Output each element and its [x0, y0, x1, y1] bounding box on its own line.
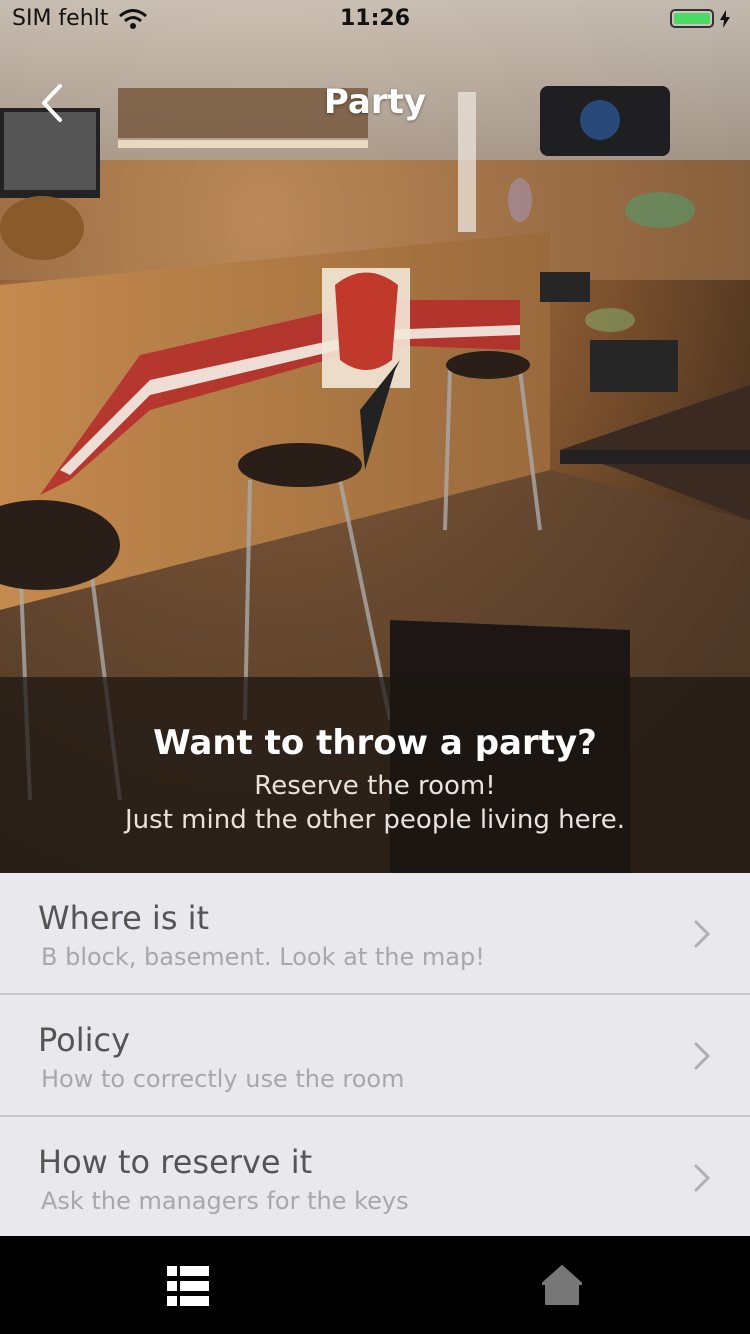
- info-list: Where is it B block, basement. Look at t…: [0, 873, 750, 1236]
- battery-indicator: [670, 9, 730, 28]
- list-item-policy[interactable]: Policy How to correctly use the room: [0, 995, 750, 1117]
- status-bar: SIM fehlt 11:26: [0, 0, 750, 40]
- hero-caption: Want to throw a party? Reserve the room!…: [0, 677, 750, 873]
- list-item-where[interactable]: Where is it B block, basement. Look at t…: [0, 873, 750, 995]
- chevron-right-icon: [694, 1042, 711, 1070]
- chevron-right-icon: [694, 920, 711, 948]
- page-title: Party: [323, 82, 427, 122]
- list-item-title: Policy: [38, 1021, 131, 1059]
- hero-line-1: Reserve the room!: [254, 771, 496, 801]
- list-item-reserve[interactable]: How to reserve it Ask the managers for t…: [0, 1117, 750, 1237]
- chevron-right-icon: [694, 1164, 711, 1192]
- battery-icon: [670, 9, 714, 28]
- home-icon: [541, 1265, 583, 1305]
- list-item-subtitle: B block, basement. Look at the map!: [41, 943, 485, 971]
- tab-home[interactable]: [541, 1264, 583, 1306]
- hero-title: Want to throw a party?: [153, 723, 597, 763]
- hero-line-2: Just mind the other people living here.: [125, 805, 625, 835]
- tab-bar: [0, 1236, 750, 1334]
- list-item-subtitle: Ask the managers for the keys: [41, 1187, 409, 1215]
- list-icon: [167, 1266, 209, 1306]
- hero-banner: SIM fehlt 11:26 Party Want to throw a pa…: [0, 0, 750, 873]
- list-item-title: How to reserve it: [38, 1143, 313, 1181]
- list-item-title: Where is it: [38, 899, 210, 937]
- clock: 11:26: [339, 6, 411, 31]
- tab-list[interactable]: [167, 1266, 209, 1306]
- list-item-subtitle: How to correctly use the room: [41, 1065, 405, 1093]
- charging-bolt-icon: [720, 9, 730, 28]
- navigation-bar: Party: [0, 72, 750, 160]
